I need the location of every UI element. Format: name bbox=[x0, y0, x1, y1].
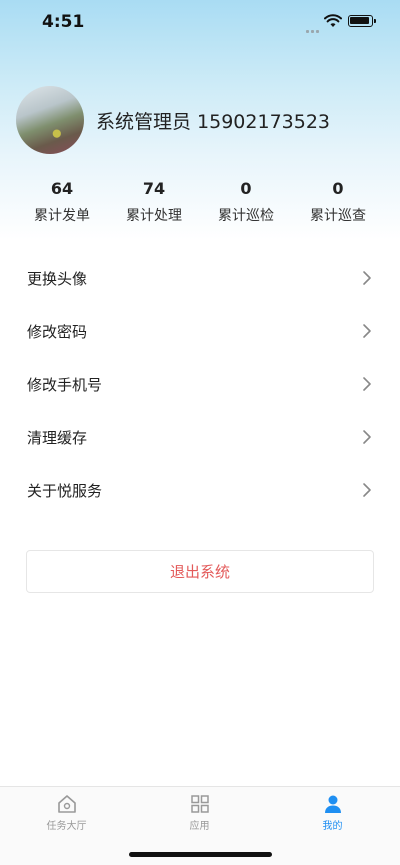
stat-label: 累计巡查 bbox=[310, 208, 366, 224]
menu-item-change-password[interactable]: 修改密码 bbox=[0, 305, 400, 358]
stat-value: 74 bbox=[142, 179, 166, 198]
stat-label: 累计发单 bbox=[34, 208, 90, 224]
stat-label: 累计处理 bbox=[126, 208, 182, 224]
chevron-right-icon bbox=[363, 324, 371, 338]
menu-item-change-avatar[interactable]: 更换头像 bbox=[0, 252, 400, 305]
menu-item-label: 清理缓存 bbox=[27, 429, 88, 447]
stat-label: 累计巡检 bbox=[218, 208, 274, 224]
person-icon bbox=[324, 795, 341, 813]
status-bar: 4:51 bbox=[0, 0, 400, 46]
wifi-icon bbox=[324, 14, 342, 27]
tab-label: 任务大厅 bbox=[46, 821, 87, 832]
profile-header: 系统管理员 15902173523 bbox=[16, 86, 386, 156]
menu-item-about[interactable]: 关于悦服务 bbox=[0, 464, 400, 517]
stat-value: 0 bbox=[332, 179, 344, 198]
menu-item-label: 关于悦服务 bbox=[27, 482, 103, 500]
grid-icon bbox=[190, 795, 209, 813]
user-name-phone: 系统管理员 15902173523 bbox=[96, 111, 331, 133]
logout-button[interactable]: 退出系统 bbox=[26, 550, 374, 593]
avatar[interactable] bbox=[16, 86, 84, 154]
menu-item-label: 更换头像 bbox=[27, 270, 88, 288]
menu-item-change-phone[interactable]: 修改手机号 bbox=[0, 358, 400, 411]
stats-row: 64 累计发单 74 累计处理 0 累计巡检 0 累计巡查 bbox=[0, 178, 400, 228]
home-indicator bbox=[129, 852, 272, 857]
tab-task-hall[interactable]: 任务大厅 bbox=[0, 793, 133, 832]
stat-patrols: 0 累计巡查 bbox=[288, 178, 388, 225]
chevron-right-icon bbox=[363, 483, 371, 497]
stat-value: 0 bbox=[240, 179, 252, 198]
chevron-right-icon bbox=[363, 271, 371, 285]
stat-handled: 74 累计处理 bbox=[104, 178, 204, 225]
tab-label: 应用 bbox=[189, 821, 210, 832]
tab-mine[interactable]: 我的 bbox=[266, 793, 399, 832]
stat-value: 64 bbox=[50, 179, 74, 198]
tab-label: 我的 bbox=[322, 821, 343, 832]
menu-item-label: 修改密码 bbox=[27, 323, 88, 341]
settings-menu: 更换头像 修改密码 修改手机号 清理缓存 关于悦服务 bbox=[0, 252, 400, 517]
stat-inspections: 0 累计巡检 bbox=[196, 178, 296, 225]
menu-item-label: 修改手机号 bbox=[27, 376, 103, 394]
status-time: 4:51 bbox=[42, 12, 85, 32]
stat-dispatched: 64 累计发单 bbox=[12, 178, 112, 225]
menu-item-clear-cache[interactable]: 清理缓存 bbox=[0, 411, 400, 464]
chevron-right-icon bbox=[363, 430, 371, 444]
chevron-right-icon bbox=[363, 377, 371, 391]
signal-icon bbox=[306, 18, 321, 37]
battery-icon bbox=[348, 15, 376, 27]
home-icon bbox=[57, 795, 76, 813]
tab-apps[interactable]: 应用 bbox=[133, 793, 266, 832]
